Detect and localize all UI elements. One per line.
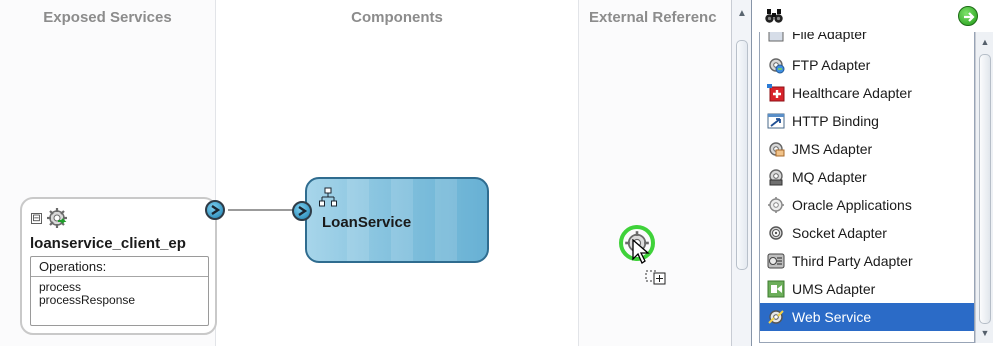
- component-loanservice[interactable]: LoanService: [305, 177, 489, 263]
- palette-scrollbar[interactable]: ▲ ▼: [975, 32, 993, 343]
- mouse-pointer-icon: [632, 239, 650, 264]
- oracle-applications-icon: [768, 197, 784, 213]
- component-title: LoanService: [322, 214, 412, 231]
- palette-item-ums-adapter[interactable]: UMS Adapter: [760, 275, 974, 303]
- ftp-adapter-icon: [769, 58, 785, 74]
- service-port-icon[interactable]: [205, 200, 225, 220]
- palette-toolbar: [752, 0, 995, 32]
- palette-item-label: Healthcare Adapter: [792, 85, 912, 101]
- healthcare-adapter-icon: [767, 84, 785, 102]
- palette-list[interactable]: File Adapter FTP Adapter Healthcare Adap…: [759, 32, 975, 343]
- palette-item-third-party-adapter[interactable]: Third Party Adapter: [760, 247, 974, 275]
- palette-item-healthcare-adapter[interactable]: Healthcare Adapter: [760, 79, 974, 107]
- scroll-up-icon[interactable]: ▲: [735, 8, 749, 22]
- palette-item-label: MQ Adapter: [792, 169, 867, 185]
- web-service-icon: [768, 310, 784, 324]
- mq-adapter-icon: [769, 169, 783, 186]
- palette-item-label: Third Party Adapter: [792, 253, 913, 269]
- palette-item-ftp-adapter[interactable]: FTP Adapter: [760, 51, 974, 79]
- palette-item-label: HTTP Binding: [792, 113, 879, 129]
- ums-adapter-icon: [767, 280, 785, 298]
- drag-copy-icon: [645, 270, 666, 285]
- socket-adapter-icon: [769, 226, 783, 240]
- lane-divider: [578, 0, 579, 346]
- operations-panel: Operations: process processResponse: [30, 256, 209, 326]
- palette-item-label: Socket Adapter: [792, 225, 887, 241]
- operation-item[interactable]: processResponse: [39, 294, 208, 307]
- palette-item-label: Oracle Applications: [792, 197, 912, 213]
- operations-label: Operations:: [31, 257, 208, 277]
- service-gear-icon: [47, 208, 67, 228]
- scroll-up-icon[interactable]: ▲: [979, 37, 991, 47]
- palette-item-label: File Adapter: [792, 32, 867, 42]
- palette-item-partial[interactable]: File Adapter: [760, 32, 974, 48]
- scroll-down-icon[interactable]: ▼: [979, 328, 991, 338]
- third-party-adapter-icon: [767, 253, 785, 269]
- palette-item-jms-adapter[interactable]: JMS Adapter: [760, 135, 974, 163]
- palette-item-label: Web Service: [792, 309, 872, 325]
- scrollbar-thumb[interactable]: [979, 54, 991, 324]
- palette-item-label: FTP Adapter: [792, 57, 871, 73]
- component-palette: File Adapter FTP Adapter Healthcare Adap…: [751, 0, 995, 346]
- palette-item-socket-adapter[interactable]: Socket Adapter: [760, 219, 974, 247]
- palette-item-label: UMS Adapter: [792, 281, 876, 297]
- canvas-scrollbar[interactable]: ▲: [731, 0, 751, 346]
- binoculars-search-icon[interactable]: [765, 8, 783, 24]
- scrollbar-thumb[interactable]: [736, 40, 748, 270]
- service-loanservice-client-ep[interactable]: ⊟ loanservice_client_ep Operations: proc…: [20, 197, 217, 335]
- lane-header-exposed-services: Exposed Services: [43, 9, 172, 26]
- jms-adapter-icon: [769, 142, 785, 157]
- palette-item-oracle-applications[interactable]: Oracle Applications: [760, 191, 974, 219]
- composite-canvas[interactable]: Exposed Services Components External Ref…: [0, 0, 731, 346]
- bpel-process-icon: [319, 187, 337, 207]
- component-port-icon[interactable]: [292, 201, 312, 221]
- palette-item-web-service[interactable]: Web Service: [760, 303, 974, 331]
- service-title: loanservice_client_ep: [30, 235, 186, 252]
- lane-header-components: Components: [351, 9, 443, 26]
- file-adapter-icon: [768, 32, 784, 42]
- wire-connection[interactable]: [228, 209, 298, 211]
- go-forward-button[interactable]: [958, 6, 978, 26]
- lane-header-external-references: External Referenc: [589, 9, 717, 26]
- palette-item-mq-adapter[interactable]: MQ Adapter: [760, 163, 974, 191]
- http-binding-icon: [767, 113, 785, 129]
- external-references-lane: [579, 0, 731, 346]
- palette-item-label: JMS Adapter: [792, 141, 873, 157]
- collapse-toggle[interactable]: ⊟: [31, 213, 42, 224]
- palette-item-http-binding[interactable]: HTTP Binding: [760, 107, 974, 135]
